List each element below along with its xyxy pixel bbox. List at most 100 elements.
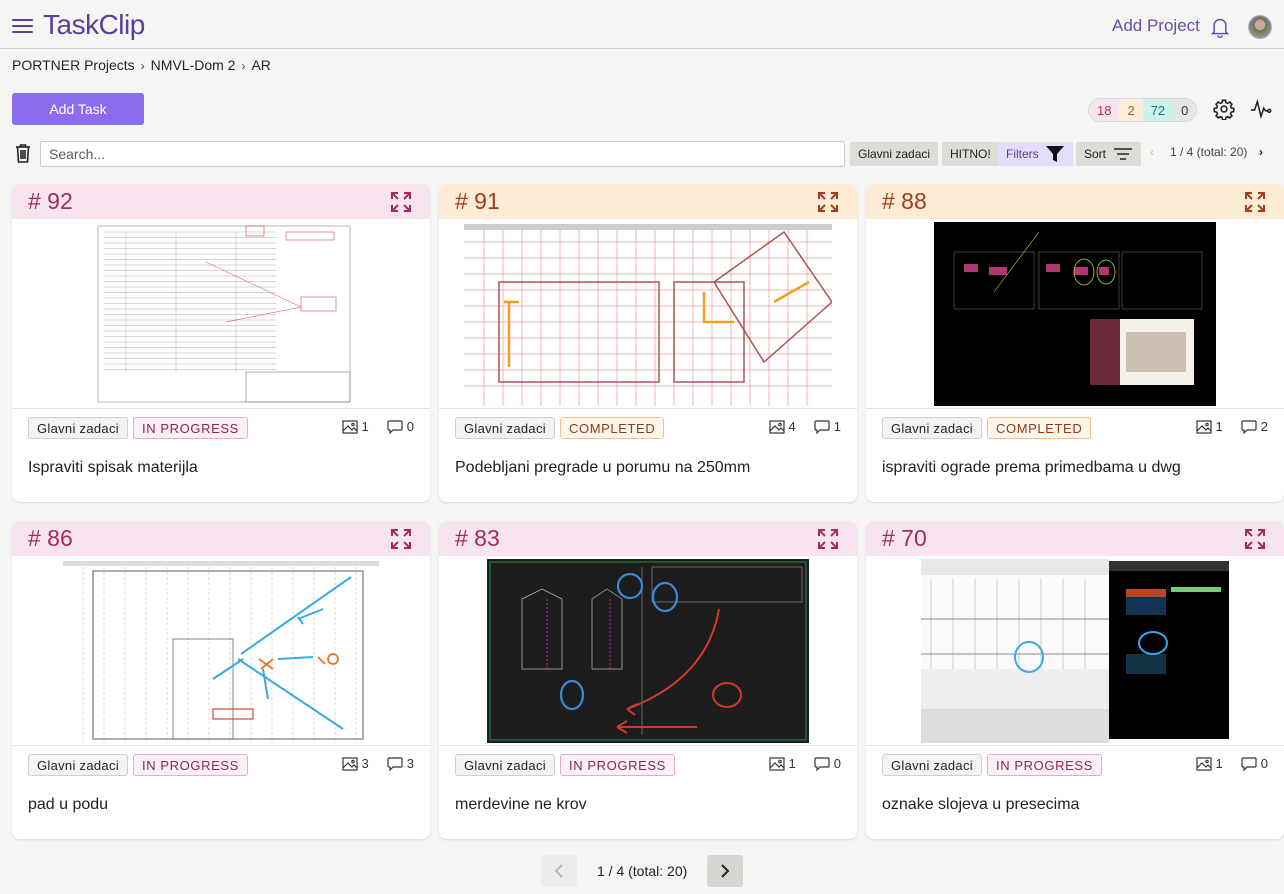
status-badge: IN PROGRESS (987, 754, 1102, 776)
card-counters: 4 1 (768, 419, 841, 434)
card-meta: Glavni zadaci COMPLETED 4 1 (439, 409, 857, 449)
expand-icon[interactable] (1244, 528, 1266, 550)
trash-icon[interactable] (14, 143, 32, 163)
search-input[interactable] (40, 141, 845, 167)
chevron-left-icon (554, 864, 563, 878)
expand-icon[interactable] (817, 191, 839, 213)
filters-button[interactable]: Filters (998, 142, 1073, 166)
count-done[interactable]: 72 (1142, 99, 1174, 121)
next-page-button[interactable]: › (1259, 145, 1263, 159)
activity-icon[interactable] (1250, 99, 1272, 119)
comment-count: 1 (833, 419, 841, 434)
task-title[interactable]: ispraviti ograde prema primedbama u dwg (866, 449, 1284, 487)
count-in-progress[interactable]: 18 (1089, 99, 1120, 121)
category-tag: Glavni zadaci (28, 754, 128, 776)
sort-button[interactable]: Sort (1076, 142, 1142, 166)
avatar[interactable] (1248, 15, 1272, 39)
task-thumbnail[interactable] (866, 556, 1284, 746)
category-tag: Glavni zadaci (455, 417, 555, 439)
comment-icon (1241, 419, 1257, 434)
comment-icon (814, 756, 830, 771)
pagination-status: 1 / 4 (total: 20) (597, 863, 688, 879)
sort-label: Sort (1084, 147, 1107, 161)
task-thumbnail[interactable] (12, 556, 430, 746)
task-title[interactable]: Podebljani pregrade u porumu na 250mm (439, 449, 857, 487)
card-counters: 1 2 (1195, 419, 1268, 434)
breadcrumb-item[interactable]: AR (251, 57, 270, 73)
bell-icon[interactable] (1210, 16, 1230, 38)
task-thumbnail[interactable] (866, 219, 1284, 409)
breadcrumb-item[interactable]: NMVL-Dom 2 (151, 57, 236, 73)
add-project-link[interactable]: Add Project (1112, 16, 1200, 36)
task-title[interactable]: oznake slojeva u presecima (866, 786, 1284, 824)
prev-page-button[interactable]: ‹ (1150, 145, 1154, 159)
next-page-button[interactable] (707, 855, 744, 887)
status-badge: IN PROGRESS (133, 754, 248, 776)
comment-count: 2 (1260, 419, 1268, 434)
chip-hitno[interactable]: HITNO! (942, 142, 999, 166)
app-title[interactable]: TaskClip (43, 9, 145, 41)
image-icon (1195, 419, 1212, 434)
add-task-button[interactable]: Add Task (12, 93, 144, 125)
task-card[interactable]: # 70 Glavni zadaci IN PROGRESS 1 0 oznak… (866, 521, 1284, 839)
prev-page-button[interactable] (541, 855, 577, 887)
chip-glavni-zadaci[interactable]: Glavni zadaci (850, 142, 939, 166)
category-tag: Glavni zadaci (882, 417, 982, 439)
chevron-right-icon: › (241, 59, 246, 73)
category-tag: Glavni zadaci (882, 754, 982, 776)
gear-icon[interactable] (1213, 98, 1235, 120)
task-thumbnail[interactable] (439, 556, 857, 746)
task-card[interactable]: # 88 Glavni zadaci COMPLETED 1 2 ispravi… (866, 184, 1284, 502)
comment-icon (814, 419, 830, 434)
card-counters: 1 0 (1195, 756, 1268, 771)
task-title[interactable]: pad u podu (12, 786, 430, 824)
task-number: # 83 (455, 525, 500, 551)
task-thumbnail[interactable] (12, 219, 430, 409)
image-count: 1 (788, 756, 796, 771)
task-number: # 92 (28, 188, 73, 214)
image-count: 3 (361, 756, 369, 771)
hamburger-icon[interactable] (12, 19, 33, 35)
task-number: # 70 (882, 525, 927, 551)
expand-icon[interactable] (390, 528, 412, 550)
task-card[interactable]: # 83 Glavni zadaci IN PROGRESS 1 0 merde… (439, 521, 857, 839)
task-title[interactable]: merdevine ne krov (439, 786, 857, 824)
card-meta: Glavni zadaci IN PROGRESS 1 0 (439, 746, 857, 786)
category-tag: Glavni zadaci (28, 417, 128, 439)
expand-icon[interactable] (390, 191, 412, 213)
chevron-right-icon: › (140, 59, 145, 73)
image-icon (1195, 756, 1212, 771)
pagination-status: 1 / 4 (total: 20) (1170, 145, 1248, 159)
image-icon (768, 756, 785, 771)
pagination: 1 / 4 (total: 20) (541, 855, 744, 887)
count-other[interactable]: 0 (1173, 99, 1197, 121)
comment-count: 0 (406, 419, 414, 434)
task-number: # 91 (455, 188, 500, 214)
comment-count: 0 (833, 756, 841, 771)
task-card[interactable]: # 91 Glavni zadaci COMPLETED 4 1 Podeblj… (439, 184, 857, 502)
card-header: # 70 (866, 521, 1284, 556)
status-badge: COMPLETED (560, 417, 665, 439)
count-completed[interactable]: 2 (1119, 99, 1143, 121)
card-counters: 1 0 (341, 419, 414, 434)
card-meta: Glavni zadaci IN PROGRESS 1 0 (12, 409, 430, 449)
filter-icon (1045, 146, 1064, 162)
breadcrumb-item[interactable]: PORTNER Projects (12, 57, 135, 73)
task-card[interactable]: # 86 Glavni zadaci IN PROGRESS 3 3 pad u… (12, 521, 430, 839)
card-header: # 83 (439, 521, 857, 556)
image-icon (341, 756, 358, 771)
task-card[interactable]: # 92 Glavni zadaci IN PROGRESS 1 0 Ispra… (12, 184, 430, 502)
expand-icon[interactable] (817, 528, 839, 550)
task-number: # 86 (28, 525, 73, 551)
card-header: # 86 (12, 521, 430, 556)
image-icon (341, 419, 358, 434)
task-title[interactable]: Ispraviti spisak materijla (12, 449, 430, 487)
card-header: # 88 (866, 184, 1284, 219)
expand-icon[interactable] (1244, 191, 1266, 213)
comment-count: 0 (1260, 756, 1268, 771)
task-number: # 88 (882, 188, 927, 214)
comment-icon (387, 756, 403, 771)
status-badge: IN PROGRESS (133, 417, 248, 439)
task-thumbnail[interactable] (439, 219, 857, 409)
card-header: # 92 (12, 184, 430, 219)
